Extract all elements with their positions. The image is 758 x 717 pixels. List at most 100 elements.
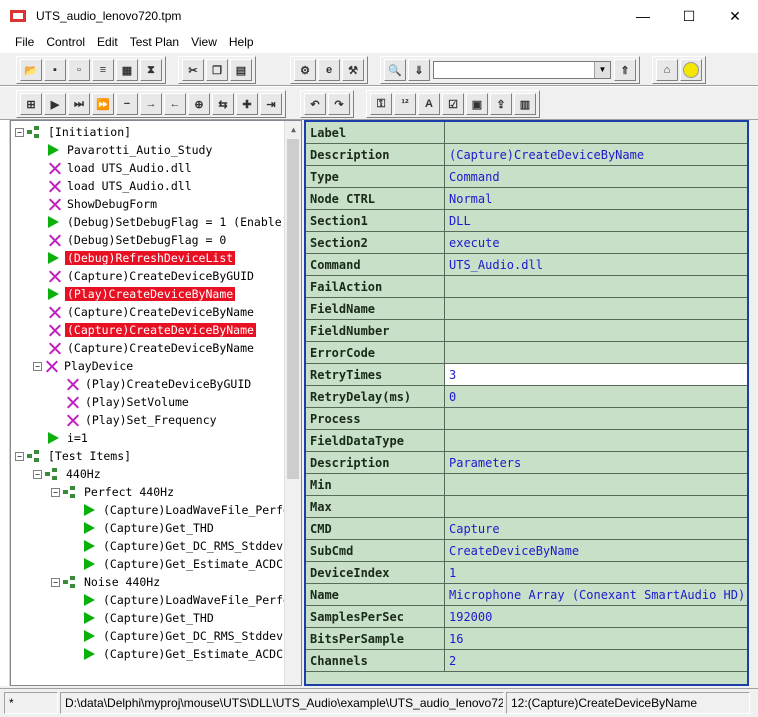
property-value[interactable]: Normal [445,188,747,209]
property-value[interactable]: 1 [445,562,747,583]
property-row[interactable]: FailAction [306,276,747,298]
close-button[interactable]: ✕ [712,0,758,32]
property-value[interactable]: DLL [445,210,747,231]
property-value-editor[interactable]: 3 [445,364,747,385]
run-icon[interactable]: ▶ [44,93,66,115]
page-icon[interactable]: ≡ [92,59,114,81]
add-node-icon[interactable]: ✚ [236,93,258,115]
arrow-left-icon[interactable]: ← [164,93,186,115]
tree-node[interactable]: (Capture)Get_Estimate_ACDC [69,555,285,573]
expand-toggle-icon[interactable]: − [15,127,24,137]
property-row[interactable]: Command UTS_Audio.dll [306,254,747,276]
property-row[interactable]: Name Microphone Array (Conexant SmartAudi… [306,584,747,606]
save-icon[interactable]: ▪ [44,59,66,81]
property-row[interactable]: DeviceIndex 1 [306,562,747,584]
property-row[interactable]: CMD Capture [306,518,747,540]
status-light-icon[interactable] [680,59,702,81]
font-icon[interactable]: A [418,93,440,115]
chevron-down-icon[interactable]: ▼ [594,62,610,78]
property-value[interactable]: execute [445,232,747,253]
expand-toggle-icon[interactable]: − [33,361,42,371]
property-row[interactable]: Max [306,496,747,518]
property-value[interactable]: 16 [445,628,747,649]
home-icon[interactable]: ⌂ [656,59,678,81]
tree-node[interactable]: (Play)Set_Frequency [51,411,219,429]
property-row[interactable]: FieldDataType [306,430,747,452]
tree-node[interactable]: − Noise 440Hz [51,573,162,591]
property-value[interactable]: 192000 [445,606,747,627]
menu-edit[interactable]: Edit [91,35,124,49]
tool-settings-icon[interactable]: ⚙ [294,59,316,81]
tree-node[interactable]: (Capture)Get_THD [69,519,216,537]
tree-node[interactable]: Pavarotti_Autio_Study [33,141,214,159]
menu-test-plan[interactable]: Test Plan [124,35,185,49]
property-row[interactable]: BitsPerSample 16 [306,628,747,650]
tree-node[interactable]: (Capture)CreateDeviceByName [33,339,256,357]
expand-toggle-icon[interactable]: − [33,469,42,479]
expand-toggle-icon[interactable]: − [15,451,24,461]
tree-node[interactable]: (Capture)Get_DC_RMS_Stddev [69,537,285,555]
search-combo[interactable]: ▼ [433,61,611,79]
tree-scrollbar[interactable]: ▲ [284,121,301,685]
tree-node[interactable]: − 440Hz [33,465,103,483]
property-value[interactable]: (Capture)CreateDeviceByName [445,144,747,165]
add-group-icon[interactable]: ⊞ [20,93,42,115]
cut-icon[interactable]: ✂ [182,59,204,81]
tree-node[interactable]: (Capture)Get_DC_RMS_Stddev [69,627,285,645]
property-value[interactable]: 0 [445,386,747,407]
property-row[interactable]: Description Parameters [306,452,747,474]
property-value[interactable]: 2 [445,650,747,671]
tree-node[interactable]: − PlayDevice [33,357,135,375]
property-value[interactable] [445,496,747,517]
insert-icon[interactable]: ⊕ [188,93,210,115]
property-row[interactable]: SamplesPerSec 192000 [306,606,747,628]
property-value[interactable]: Capture [445,518,747,539]
tree-node[interactable]: (Capture)Get_Estimate_ACDC [69,645,285,663]
open-folder-icon[interactable]: 📂 [20,59,42,81]
property-value[interactable] [445,122,747,143]
property-row[interactable]: Label [306,122,747,144]
property-value[interactable]: UTS_Audio.dll [445,254,747,275]
property-value[interactable]: Command [445,166,747,187]
property-row[interactable]: ErrorCode [306,342,747,364]
property-row[interactable]: Process [306,408,747,430]
undo-icon[interactable]: ↶ [304,93,326,115]
minimize-button[interactable]: — [620,0,666,32]
tree-node[interactable]: − [Test Items] [15,447,133,465]
menu-help[interactable]: Help [223,35,260,49]
tree-node[interactable]: (Capture)CreateDeviceByName [33,321,256,339]
chart-icon[interactable]: ▥ [514,93,536,115]
scroll-thumb[interactable] [287,139,299,479]
property-row[interactable]: Min [306,474,747,496]
tree-node[interactable]: i=1 [33,429,90,447]
maximize-button[interactable]: ☐ [666,0,712,32]
export-icon[interactable]: ⇪ [490,93,512,115]
tree-node[interactable]: (Debug)SetDebugFlag = 0 [33,231,228,249]
key-icon[interactable]: ⚿ [370,93,392,115]
document-icon[interactable]: e [318,59,340,81]
property-value[interactable] [445,342,747,363]
tree-node[interactable]: load UTS_Audio.dll [33,159,194,177]
find-up-icon[interactable]: ⇑ [614,59,636,81]
arrow-right-icon[interactable]: → [140,93,162,115]
run-step-icon[interactable]: ⏭ [68,93,90,115]
expand-toggle-icon[interactable]: − [51,487,60,497]
tree-node[interactable]: (Play)CreateDeviceByName [33,285,236,303]
property-row[interactable]: FieldName [306,298,747,320]
tree-node[interactable]: (Capture)Get_THD [69,609,216,627]
tree-node[interactable]: (Debug)RefreshDeviceList [33,249,236,267]
property-row[interactable]: RetryDelay(ms) 0 [306,386,747,408]
tree-node[interactable]: − [Initiation] [15,123,133,141]
find-down-icon[interactable]: ⇓ [408,59,430,81]
search-text-icon[interactable]: 🔍 [384,59,406,81]
minus-icon[interactable]: − [116,93,138,115]
hourglass-icon[interactable]: ⧗ [140,59,162,81]
menu-view[interactable]: View [185,35,223,49]
property-row[interactable]: SubCmd CreateDeviceByName [306,540,747,562]
property-row[interactable]: RetryTimes 3 [306,364,747,386]
run-all-icon[interactable]: ⏩ [92,93,114,115]
property-value[interactable] [445,298,747,319]
property-value[interactable] [445,408,747,429]
scroll-up-icon[interactable]: ▲ [285,121,301,138]
property-value[interactable] [445,430,747,451]
